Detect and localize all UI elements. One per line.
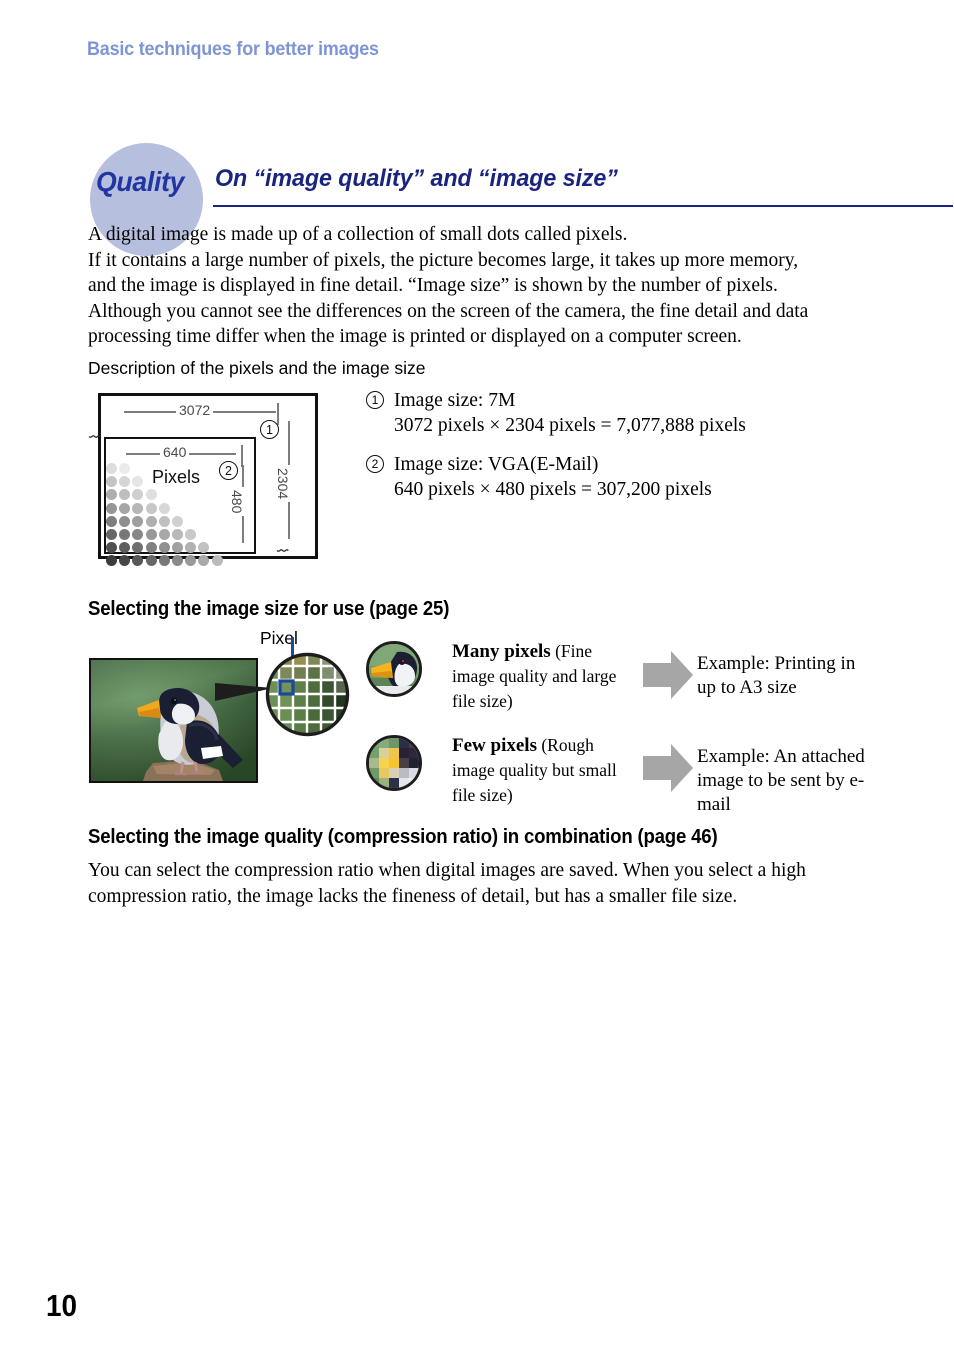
diagram-caption: Description of the pixels and the image … xyxy=(88,358,426,378)
pixel-dot xyxy=(106,502,117,514)
arrow-right-icon xyxy=(641,742,695,794)
subheading-image-size: Selecting the image size for use (page 2… xyxy=(88,598,450,620)
pixel-dot xyxy=(158,555,170,567)
section-title: On “image quality” and “image size” xyxy=(215,165,618,192)
few-pixels-description: Few pixels (Rough image quality but smal… xyxy=(452,733,627,808)
quality-line-2: compression ratio, the image lacks the f… xyxy=(88,885,738,907)
arrow-right-glyph xyxy=(643,651,693,699)
label-2304: 2304 xyxy=(275,465,291,503)
few-pixels-example: Example: An attached image to be sent by… xyxy=(697,746,865,815)
section-title-rule xyxy=(213,205,953,207)
pixel-dot xyxy=(145,502,157,514)
pixel-dot xyxy=(172,515,183,527)
break-mark-bottom: ⌇ xyxy=(273,546,290,555)
intro-paragraph: A digital image is made up of a collecti… xyxy=(88,222,878,350)
quality-badge-label: Quality xyxy=(96,166,185,197)
many-pixels-thumbnail xyxy=(366,641,422,697)
label-640: 640 xyxy=(160,444,190,460)
quality-line-1: You can select the compression ratio whe… xyxy=(88,860,806,881)
pixel-dot xyxy=(145,542,157,554)
pixel-dot xyxy=(145,555,157,567)
few-pixels-thumbnail xyxy=(366,735,422,791)
pixel-dot xyxy=(158,502,170,514)
magnifier-graphic xyxy=(265,652,350,737)
pixel-dot xyxy=(119,555,131,567)
label-3072: 3072 xyxy=(176,402,214,418)
many-pixels-label: Many pixels xyxy=(452,641,551,662)
label-480: 480 xyxy=(229,487,245,517)
pixel-dot xyxy=(145,529,157,540)
list-marker-2: 2 xyxy=(366,455,384,473)
leader-line-inner xyxy=(241,445,243,467)
magnifier-circle xyxy=(265,652,350,737)
pixel-dot xyxy=(106,555,117,567)
intro-line-2: If it contains a large number of pixels,… xyxy=(88,249,799,271)
pixel-dot xyxy=(158,529,170,540)
image-size-title-2: Image size: VGA(E-Mail) xyxy=(394,454,599,475)
image-size-list: 1 Image size: 7M 3072 pixels × 2304 pixe… xyxy=(366,388,886,516)
bird-photograph xyxy=(89,658,258,783)
arrow-right-icon xyxy=(641,649,695,701)
many-pixels-description: Many pixels (Fine image quality and larg… xyxy=(452,639,627,714)
many-pixels-example: Example: Printing in up to A3 size xyxy=(697,653,856,698)
few-pixels-graphic xyxy=(369,738,419,788)
pixel-dot xyxy=(132,502,144,514)
pixel-dot xyxy=(211,555,223,567)
pixel-dot xyxy=(132,555,144,567)
intro-line-3: and the image is displayed in fine detai… xyxy=(88,275,778,296)
pixel-dot xyxy=(145,489,157,501)
image-size-detail-1: 3072 pixels × 2304 pixels = 7,077,888 pi… xyxy=(394,415,746,436)
page-number: 10 xyxy=(46,1288,78,1323)
pixel-dot xyxy=(198,555,210,567)
diagram-marker-1: 1 xyxy=(260,420,279,439)
subheading-image-quality: Selecting the image quality (compression… xyxy=(88,826,718,848)
bird-photo-graphic xyxy=(91,660,256,781)
break-mark-left: ⌇ xyxy=(85,432,102,441)
diagram-marker-2: 2 xyxy=(219,461,238,480)
intro-line-1: A digital image is made up of a collecti… xyxy=(88,224,628,245)
list-item: 2 Image size: VGA(E-Mail) 640 pixels × 4… xyxy=(366,452,886,502)
pixel-dot xyxy=(185,555,197,567)
pixel-dot xyxy=(119,502,131,514)
pixel-dot xyxy=(145,515,157,527)
pixel-dot xyxy=(158,542,170,554)
pixel-dot xyxy=(106,515,117,527)
pixel-dot xyxy=(158,515,170,527)
pixel-dot xyxy=(119,515,131,527)
pixel-dot xyxy=(172,529,183,540)
image-size-title-1: Image size: 7M xyxy=(394,390,516,411)
pixels-label: Pixels xyxy=(152,467,201,487)
quality-paragraph: You can select the compression ratio whe… xyxy=(88,858,878,909)
intro-line-5: processing time differ when the image is… xyxy=(88,326,742,347)
pixel-dot xyxy=(106,463,117,474)
leader-line-outer xyxy=(277,403,279,425)
intro-line-4: Although you cannot see the differences … xyxy=(88,300,809,322)
few-pixels-label: Few pixels xyxy=(452,735,537,756)
list-marker-1: 1 xyxy=(366,391,384,409)
pixel-dot xyxy=(172,555,183,567)
arrow-right-glyph xyxy=(643,744,693,792)
list-item: 1 Image size: 7M 3072 pixels × 2304 pixe… xyxy=(366,388,886,438)
running-head: Basic techniques for better images xyxy=(87,38,379,60)
pixel-dot xyxy=(106,529,117,540)
many-pixels-graphic xyxy=(369,644,419,694)
image-size-detail-2: 640 pixels × 480 pixels = 307,200 pixels xyxy=(394,479,712,500)
pixel-size-diagram: Pixels 3072 640 2304 480 1 2 ⌇ ⌇ xyxy=(85,391,320,567)
